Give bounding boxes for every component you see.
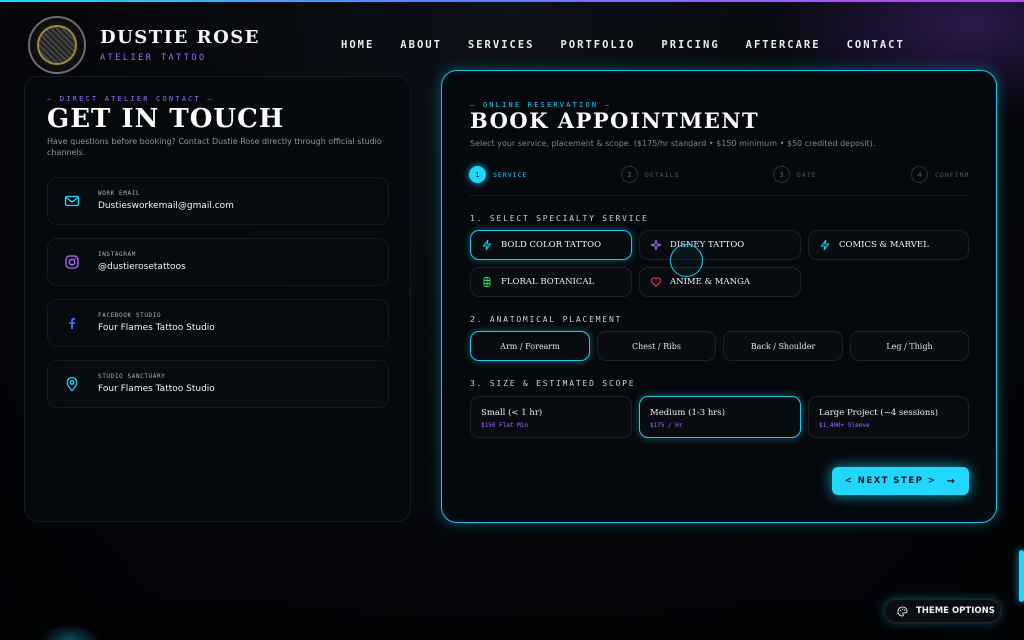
service-option-anime[interactable]: ANIME & MANGA xyxy=(639,267,801,297)
nav-pricing[interactable]: PRICING xyxy=(661,39,719,51)
contact-card-value[interactable]: Four Flames Tattoo Studio xyxy=(98,323,215,333)
step-label: SERVICE xyxy=(493,170,528,179)
nav-home[interactable]: HOME xyxy=(341,39,374,51)
nav-contact[interactable]: CONTACT xyxy=(847,39,905,51)
logo-emblem xyxy=(37,25,77,65)
size-option-label: Medium (1-3 hrs) xyxy=(650,408,726,418)
step-number: 1 xyxy=(469,166,486,183)
next-step-label: < NEXT STEP > xyxy=(844,476,937,486)
step-details[interactable]: 2 DETAILS xyxy=(621,166,679,183)
leaf-icon xyxy=(481,276,493,288)
size-option-price: $1,400+ Sleeve xyxy=(819,422,870,429)
placement-arm[interactable]: Arm / Forearm xyxy=(470,331,590,361)
nav-services[interactable]: SERVICES xyxy=(468,39,535,51)
service-option-label: COMICS & MARVEL xyxy=(839,240,929,250)
palette-icon xyxy=(897,605,908,617)
service-option-label: ANIME & MANGA xyxy=(670,277,751,287)
main-nav: HOME ABOUT SERVICES PORTFOLIO PRICING AF… xyxy=(341,39,931,51)
service-option-floral[interactable]: FLORAL BOTANICAL xyxy=(470,267,632,297)
size-option-label: Small (< 1 hr) xyxy=(481,408,543,418)
contact-cards: WORK EMAIL Dustiesworkemail@gmail.com IN… xyxy=(47,177,389,421)
theme-options-label: THEME OPTIONS xyxy=(916,606,995,616)
section-size-heading: 3. SIZE & ESTIMATED SCOPE xyxy=(470,379,636,388)
service-option-disney[interactable]: DISNEY TATTOO xyxy=(639,230,801,260)
theme-options-button[interactable]: THEME OPTIONS xyxy=(884,599,1001,623)
brand-subtitle: ATELIER TATTOO xyxy=(100,53,207,63)
contact-card-label: FACEBOOK STUDIO xyxy=(98,312,162,319)
size-option-price: $175 / Hr xyxy=(650,422,683,429)
step-service[interactable]: 1 SERVICE xyxy=(469,166,527,183)
service-option-label: BOLD COLOR TATTOO xyxy=(501,240,602,250)
section-placement-heading: 2. ANATOMICAL PLACEMENT xyxy=(470,315,623,324)
nav-portfolio[interactable]: PORTFOLIO xyxy=(560,39,635,51)
contact-card-label: INSTAGRAM xyxy=(98,251,136,258)
step-date[interactable]: 3 DATE xyxy=(773,166,817,183)
mail-icon xyxy=(64,193,80,209)
placement-back[interactable]: Back / Shoulder xyxy=(723,331,843,361)
bottom-shade xyxy=(0,590,1024,640)
step-number: 3 xyxy=(773,166,790,183)
contact-card-email[interactable]: WORK EMAIL Dustiesworkemail@gmail.com xyxy=(47,177,389,225)
placement-chest[interactable]: Chest / Ribs xyxy=(597,331,716,361)
facebook-icon xyxy=(64,315,80,331)
size-option-small[interactable]: Small (< 1 hr) $150 Flat Min xyxy=(470,396,632,438)
size-option-price: $150 Flat Min xyxy=(481,422,528,429)
size-option-large[interactable]: Large Project (~4 sessions) $1,400+ Slee… xyxy=(808,396,969,438)
size-option-medium[interactable]: Medium (1-3 hrs) $175 / Hr xyxy=(639,396,801,438)
contact-eyebrow: — DIRECT ATELIER CONTACT — xyxy=(47,95,214,103)
nav-aftercare[interactable]: AFTERCARE xyxy=(746,39,821,51)
step-number: 4 xyxy=(911,166,928,183)
nav-about[interactable]: ABOUT xyxy=(400,39,442,51)
contact-title: GET IN TOUCH xyxy=(47,104,285,134)
size-option-label: Large Project (~4 sessions) xyxy=(819,408,939,418)
contact-card-location[interactable]: STUDIO SANCTUARY Four Flames Tattoo Stud… xyxy=(47,360,389,408)
booking-title: BOOK APPOINTMENT xyxy=(470,108,760,133)
section-service-heading: 1. SELECT SPECIALTY SERVICE xyxy=(470,214,649,223)
logo[interactable] xyxy=(28,16,86,74)
arrow-right-icon: → xyxy=(946,475,957,487)
contact-card-label: STUDIO SANCTUARY xyxy=(98,373,166,380)
sparkle-icon xyxy=(650,239,662,251)
step-label: CONFIRM xyxy=(935,170,970,179)
step-confirm[interactable]: 4 CONFIRM xyxy=(911,166,969,183)
step-number: 2 xyxy=(621,166,638,183)
next-step-button[interactable]: < NEXT STEP > → xyxy=(832,467,969,495)
booking-stepper: 1 SERVICE 2 DETAILS 3 DATE 4 CONFIRM xyxy=(469,166,969,196)
contact-card-instagram[interactable]: INSTAGRAM @dustierosetattoos xyxy=(47,238,389,286)
heart-icon xyxy=(650,276,662,288)
booking-description: Select your service, placement & scope. … xyxy=(470,139,876,148)
contact-card-label: WORK EMAIL xyxy=(98,190,141,197)
service-option-bold-color[interactable]: BOLD COLOR TATTOO xyxy=(470,230,632,260)
brand-name[interactable]: DUSTIE ROSE xyxy=(100,27,260,48)
contact-description: Have questions before booking? Contact D… xyxy=(47,137,382,157)
contact-panel: — DIRECT ATELIER CONTACT — GET IN TOUCH … xyxy=(24,76,411,522)
cursor-ring xyxy=(670,244,703,277)
instagram-icon xyxy=(64,254,80,270)
lightning-icon xyxy=(819,239,831,251)
contact-card-facebook[interactable]: FACEBOOK STUDIO Four Flames Tattoo Studi… xyxy=(47,299,389,347)
booking-panel: — ONLINE RESERVATION — BOOK APPOINTMENT … xyxy=(441,70,997,523)
placement-leg[interactable]: Leg / Thigh xyxy=(850,331,969,361)
service-option-label: FLORAL BOTANICAL xyxy=(501,277,595,287)
map-pin-icon xyxy=(64,376,80,392)
step-label: DATE xyxy=(797,170,817,179)
contact-card-value[interactable]: Four Flames Tattoo Studio xyxy=(98,384,215,394)
scroll-indicator[interactable] xyxy=(1019,550,1024,602)
contact-card-value[interactable]: Dustiesworkemail@gmail.com xyxy=(98,201,234,211)
service-option-comics[interactable]: COMICS & MARVEL xyxy=(808,230,969,260)
contact-card-value[interactable]: @dustierosetattoos xyxy=(98,262,186,272)
lightning-icon xyxy=(481,239,493,251)
step-label: DETAILS xyxy=(645,170,680,179)
